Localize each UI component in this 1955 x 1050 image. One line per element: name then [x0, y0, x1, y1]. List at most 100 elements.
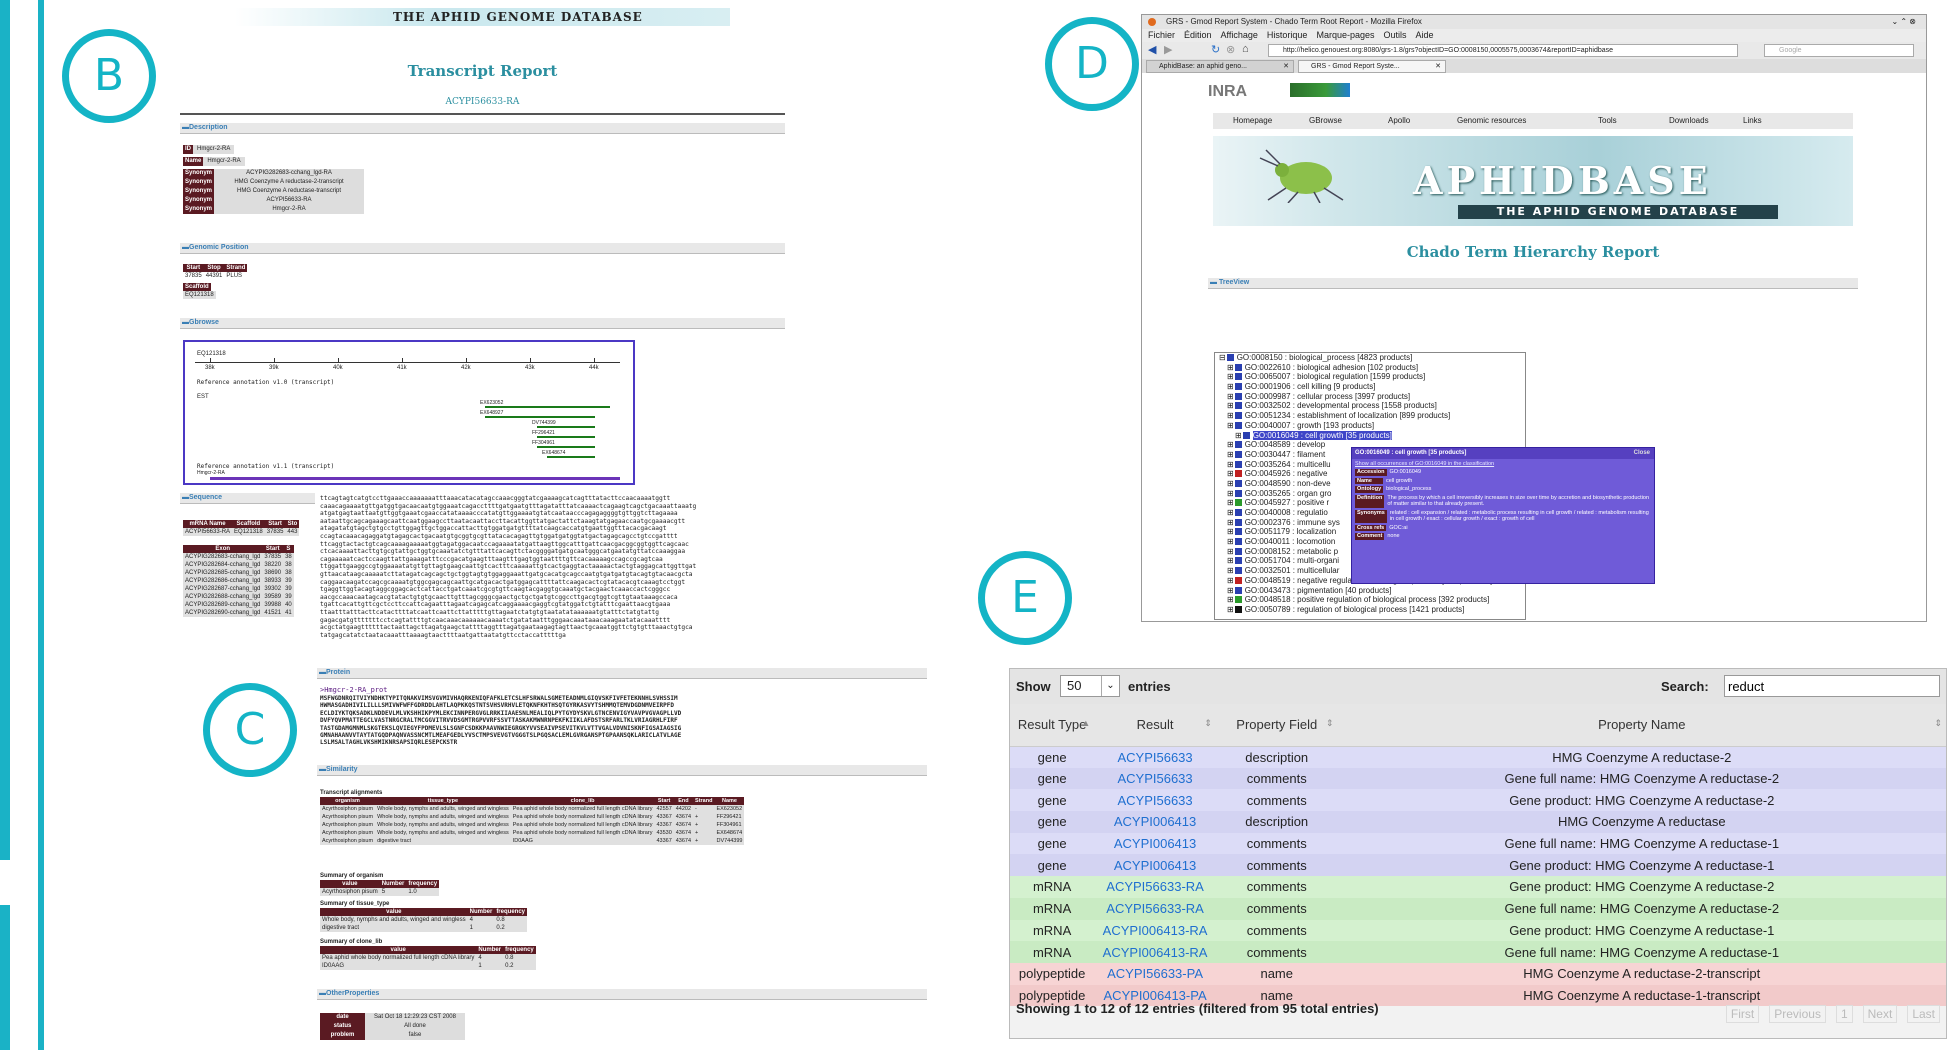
pager-last[interactable]: Last: [1907, 1005, 1940, 1023]
table-row[interactable]: mRNA ACYPI006413-RA comments Gene product: …: [1010, 919, 1946, 942]
tree-node[interactable]: ⊞ GO:0009987 : cellular process [3997 pro…: [1215, 392, 1525, 402]
expand-icon[interactable]: ⊞: [1227, 576, 1234, 585]
result-link[interactable]: ACYPI56633: [1117, 771, 1192, 786]
result-link[interactable]: ACYPI56633-RA: [1106, 879, 1204, 894]
result-link[interactable]: ACYPI56633-PA: [1107, 966, 1203, 981]
menu-item-aide[interactable]: Aide: [1416, 30, 1434, 40]
section-similarity[interactable]: ▬Similarity: [317, 765, 927, 776]
section-description[interactable]: ▬Description: [180, 123, 785, 134]
back-icon[interactable]: ◀: [1148, 43, 1156, 56]
sort-icon[interactable]: ⇕: [1934, 718, 1942, 729]
expand-icon[interactable]: ⊞: [1227, 566, 1234, 575]
nav-link[interactable]: Genomic resources: [1457, 113, 1526, 129]
popup-link[interactable]: Show all occurrences of GO:0016049 in th…: [1352, 459, 1654, 469]
column-header[interactable]: Result ⇕: [1094, 704, 1216, 747]
search-box[interactable]: Google: [1764, 44, 1914, 57]
expand-icon[interactable]: ⊞: [1227, 460, 1234, 469]
expand-icon[interactable]: ⊞: [1227, 382, 1234, 391]
result-link[interactable]: ACYPI006413: [1114, 814, 1196, 829]
sort-icon[interactable]: ⇕: [1326, 718, 1334, 729]
menu-item-affichage[interactable]: Affichage: [1221, 30, 1258, 40]
window-controls[interactable]: ⌄ ⌃ ⊗: [1891, 15, 1916, 29]
section-genomic-position[interactable]: ▬Genomic Position: [180, 243, 785, 254]
expand-icon[interactable]: ⊞: [1227, 508, 1234, 517]
nav-link[interactable]: Tools: [1598, 113, 1617, 129]
tree-node[interactable]: ⊞ GO:0022610 : biological adhesion [102 p…: [1215, 363, 1525, 373]
column-header[interactable]: Property Field ⇕: [1215, 704, 1338, 747]
section-sequence[interactable]: ▬Sequence: [180, 493, 315, 504]
menu-item-édition[interactable]: Édition: [1184, 30, 1212, 40]
browser-tab[interactable]: GRS - Gmod Report Syste... ✕: [1298, 60, 1446, 73]
tree-node[interactable]: ⊞ GO:0048518 : positive regulation of bio…: [1215, 595, 1525, 605]
expand-icon[interactable]: ⊞: [1227, 586, 1234, 595]
tree-node[interactable]: ⊞ GO:0051234 : establishment of localizat…: [1215, 411, 1525, 421]
section-treeview[interactable]: ▬ TreeView: [1208, 278, 1858, 289]
table-row[interactable]: gene ACYPI006413 comments Gene full name: H…: [1010, 832, 1946, 855]
expand-icon[interactable]: ⊞: [1227, 450, 1234, 459]
column-header[interactable]: Property Name ⇕: [1337, 704, 1946, 747]
gb-est-feature[interactable]: [537, 446, 595, 448]
expand-icon[interactable]: ⊞: [1227, 363, 1234, 372]
expand-icon[interactable]: ⊞: [1227, 595, 1234, 604]
section-gbrowse[interactable]: ▬Gbrowse: [180, 318, 785, 329]
gbrowse-panel[interactable]: EQ121318 38k 39k 40k 41k 42k 43k 44k Reference…: [183, 340, 635, 485]
expand-icon[interactable]: ⊞: [1227, 489, 1234, 498]
expand-icon[interactable]: ⊞: [1227, 421, 1234, 430]
expand-icon[interactable]: ⊞: [1227, 537, 1234, 546]
expand-icon[interactable]: ⊞: [1227, 440, 1234, 449]
gb-est-feature[interactable]: [537, 426, 595, 428]
nav-link[interactable]: Downloads: [1669, 113, 1709, 129]
expand-icon[interactable]: ⊞: [1235, 431, 1242, 440]
expand-icon[interactable]: ⊞: [1227, 372, 1234, 381]
browser-tab[interactable]: AphidBase: an aphid geno... ✕: [1146, 60, 1294, 73]
nav-link[interactable]: Homepage: [1233, 113, 1272, 129]
expand-icon[interactable]: ⊞: [1227, 469, 1234, 478]
tree-node[interactable]: ⊞ GO:0032502 : developmental process [155…: [1215, 401, 1525, 411]
menu-item-fichier[interactable]: Fichier: [1148, 30, 1175, 40]
nav-link[interactable]: Apollo: [1388, 113, 1410, 129]
tree-node[interactable]: ⊞ GO:0016049 : cell growth [35 products]: [1215, 430, 1525, 441]
menu-item-marque-pages[interactable]: Marque-pages: [1316, 30, 1374, 40]
table-row[interactable]: polypeptide ACYPI56633-PA name HMG Coenzyme…: [1010, 962, 1946, 985]
section-other-properties[interactable]: ▬OtherProperties: [317, 989, 927, 1000]
search-input[interactable]: [1724, 675, 1940, 697]
stop-icon[interactable]: ⊗: [1226, 43, 1235, 56]
expand-icon[interactable]: ⊞: [1227, 401, 1234, 410]
expand-icon[interactable]: ⊞: [1227, 605, 1234, 614]
home-icon[interactable]: ⌂: [1242, 43, 1249, 55]
table-row[interactable]: gene ACYPI006413 comments Gene product: HMG…: [1010, 854, 1946, 877]
expand-icon[interactable]: ⊞: [1227, 547, 1234, 556]
nav-link[interactable]: GBrowse: [1309, 113, 1342, 129]
gb-gene-model[interactable]: [210, 477, 620, 480]
section-protein[interactable]: ▬Protein: [317, 668, 927, 679]
pager-previous[interactable]: Previous: [1769, 1005, 1826, 1023]
pager-1[interactable]: 1: [1835, 1005, 1853, 1023]
expand-icon[interactable]: ⊞: [1227, 392, 1234, 401]
expand-icon[interactable]: ⊞: [1227, 556, 1234, 565]
expand-icon[interactable]: ⊞: [1227, 479, 1234, 488]
pager-next[interactable]: Next: [1862, 1005, 1898, 1023]
result-link[interactable]: ACYPI006413: [1114, 836, 1196, 851]
sort-icon[interactable]: ▲: [1081, 718, 1090, 728]
gb-est-feature[interactable]: [537, 436, 595, 438]
close-icon[interactable]: ✕: [1283, 61, 1289, 72]
result-link[interactable]: ACYPI56633: [1117, 793, 1192, 808]
url-bar[interactable]: http://helico.genouest.org:8080/grs-1.8/…: [1268, 44, 1738, 57]
forward-icon[interactable]: ▶: [1164, 43, 1172, 56]
table-row[interactable]: gene ACYPI56633 comments Gene full name: HM…: [1010, 767, 1946, 790]
expand-icon[interactable]: ⊞: [1227, 518, 1234, 527]
tree-node[interactable]: ⊞ GO:0040007 : growth [193 products]: [1215, 421, 1525, 431]
expand-icon[interactable]: ⊞: [1227, 411, 1234, 420]
popup-close-button[interactable]: Close: [1634, 448, 1650, 459]
table-row[interactable]: mRNA ACYPI56633-RA comments Gene full name:…: [1010, 897, 1946, 920]
tree-node[interactable]: ⊞ GO:0065007 : biological regulation [159…: [1215, 372, 1525, 382]
gb-est-feature[interactable]: [485, 416, 595, 418]
sort-icon[interactable]: ⇕: [1204, 718, 1212, 729]
tree-node[interactable]: ⊞ GO:0001906 : cell killing [9 products]: [1215, 382, 1525, 392]
result-link[interactable]: ACYPI56633: [1117, 750, 1192, 765]
entries-select[interactable]: 50 ⌄: [1060, 675, 1120, 697]
pager-first[interactable]: First: [1725, 1005, 1760, 1023]
table-row[interactable]: gene ACYPI006413 description HMG Coenzyme A…: [1010, 811, 1946, 833]
result-link[interactable]: ACYPI56633-RA: [1106, 901, 1204, 916]
nav-link[interactable]: Links: [1743, 113, 1762, 129]
